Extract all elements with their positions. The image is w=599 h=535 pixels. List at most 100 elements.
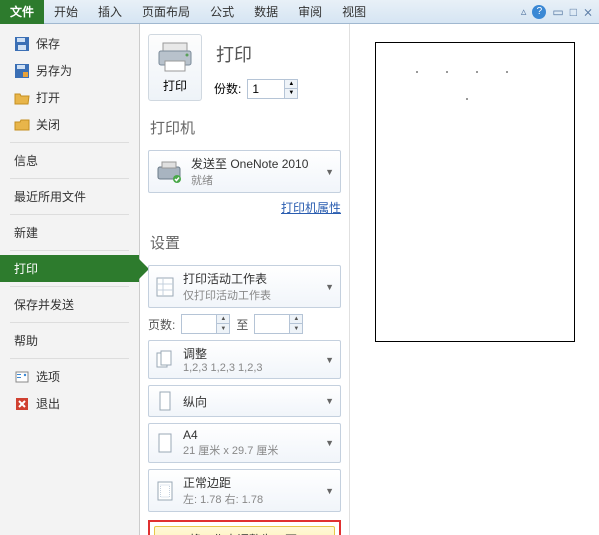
sidebar-label: 打印 <box>14 260 38 277</box>
printer-status: 就绪 <box>191 172 313 188</box>
tab-review[interactable]: 审阅 <box>288 0 332 24</box>
printer-icon <box>157 41 193 73</box>
sidebar-item-open[interactable]: 打开 <box>0 84 139 111</box>
margin-sub: 左: 1.78 右: 1.78 <box>183 491 313 507</box>
sidebar-item-exit[interactable]: 退出 <box>0 390 139 417</box>
collate-icon <box>155 349 175 371</box>
sidebar-item-recent[interactable]: 最近所用文件 <box>0 183 139 210</box>
scope-sub: 仅打印活动工作表 <box>183 287 313 303</box>
sidebar-label: 打开 <box>36 89 60 106</box>
tab-formulas[interactable]: 公式 <box>200 0 244 24</box>
sidebar-item-savesend[interactable]: 保存并发送 <box>0 291 139 318</box>
copies-input[interactable] <box>248 80 284 98</box>
sidebar-label: 新建 <box>14 224 38 241</box>
window-minimize-icon[interactable]: ▭ <box>552 5 563 19</box>
print-button-label: 打印 <box>163 77 187 94</box>
window-close-icon[interactable]: ⨯ <box>583 5 593 19</box>
paper-icon <box>155 432 175 454</box>
margins-icon <box>155 480 175 502</box>
paper-sub: 21 厘米 x 29.7 厘米 <box>183 442 313 458</box>
saveas-icon <box>14 63 30 79</box>
backstage-sidebar: 保存 另存为 打开 关闭 信息 最近所用文件 新建 打印 保存并发送 帮助 选项 <box>0 24 140 535</box>
printer-device-icon <box>155 159 183 185</box>
paper-size-dropdown[interactable]: A4 21 厘米 x 29.7 厘米 ▼ <box>148 423 341 463</box>
chevron-down-icon: ▼ <box>321 355 334 365</box>
save-icon <box>14 36 30 52</box>
print-settings-pane: 打印 打印 份数: ▲▼ 打印机 发送至 OneNote 2010 <box>140 24 350 535</box>
options-icon <box>14 369 30 385</box>
collate-sub: 1,2,3 1,2,3 1,2,3 <box>183 362 313 374</box>
page-range-row: 页数: ▲▼ 至 ▲▼ <box>148 314 341 334</box>
scale-title: 将工作表调整为一页 <box>189 531 307 535</box>
ribbon-expand-icon[interactable]: ▵ <box>521 5 527 18</box>
printer-name: 发送至 OneNote 2010 <box>191 155 313 172</box>
page-to-spinner[interactable]: ▲▼ <box>254 314 303 334</box>
chevron-down-icon: ▼ <box>321 438 334 448</box>
window-restore-icon[interactable]: □ <box>570 5 577 19</box>
orientation-dropdown[interactable]: 纵向 ▼ <box>148 385 341 417</box>
sidebar-item-saveas[interactable]: 另存为 <box>0 57 139 84</box>
sidebar-item-new[interactable]: 新建 <box>0 219 139 246</box>
print-button[interactable]: 打印 <box>148 34 202 101</box>
sidebar-label: 保存 <box>36 35 60 52</box>
worksheet-icon <box>155 276 175 298</box>
sidebar-item-options[interactable]: 选项 <box>0 363 139 390</box>
print-scope-dropdown[interactable]: 打印活动工作表 仅打印活动工作表 ▼ <box>148 265 341 308</box>
copies-spinner[interactable]: ▲▼ <box>247 79 298 99</box>
orient-title: 纵向 <box>183 393 313 410</box>
ribbon-tabs: 文件 开始 插入 页面布局 公式 数据 审阅 视图 ▵ ? ▭ □ ⨯ <box>0 0 599 24</box>
sidebar-label: 信息 <box>14 152 38 169</box>
print-title: 打印 <box>214 37 298 73</box>
folder-open-icon <box>14 90 30 106</box>
sidebar-label: 退出 <box>36 395 60 412</box>
chevron-down-icon: ▼ <box>321 486 334 496</box>
ribbon-controls: ▵ ? ▭ □ ⨯ <box>521 5 593 19</box>
spin-up[interactable]: ▲ <box>285 80 297 89</box>
scope-title: 打印活动工作表 <box>183 270 313 287</box>
sidebar-label: 最近所用文件 <box>14 188 86 205</box>
sidebar-label: 帮助 <box>14 332 38 349</box>
preview-page <box>375 42 575 342</box>
printer-dropdown[interactable]: 发送至 OneNote 2010 就绪 ▼ <box>148 150 341 193</box>
tab-home[interactable]: 开始 <box>44 0 88 24</box>
chevron-down-icon: ▼ <box>321 282 334 292</box>
help-icon[interactable]: ? <box>532 5 546 19</box>
margins-dropdown[interactable]: 正常边距 左: 1.78 右: 1.78 ▼ <box>148 469 341 512</box>
sidebar-item-close[interactable]: 关闭 <box>0 111 139 138</box>
printer-section-title: 打印机 <box>148 113 341 144</box>
tab-pagelayout[interactable]: 页面布局 <box>132 0 200 24</box>
sidebar-item-help[interactable]: 帮助 <box>0 327 139 354</box>
paper-title: A4 <box>183 428 313 442</box>
tab-insert[interactable]: 插入 <box>88 0 132 24</box>
print-preview-area <box>350 24 599 535</box>
pages-to-label: 至 <box>236 316 248 333</box>
scaling-dropdown[interactable]: 将工作表调整为一页 缩减打印输出以显示在一个... ▼ <box>154 526 335 535</box>
sidebar-label: 另存为 <box>36 62 72 79</box>
pages-label: 页数: <box>148 316 175 333</box>
margin-title: 正常边距 <box>183 474 313 491</box>
page-to-input[interactable] <box>255 315 289 333</box>
portrait-icon <box>155 390 175 412</box>
sidebar-label: 关闭 <box>36 116 60 133</box>
folder-close-icon <box>14 117 30 133</box>
chevron-down-icon: ▼ <box>321 396 334 406</box>
sidebar-item-print[interactable]: 打印 <box>0 255 139 282</box>
collate-dropdown[interactable]: 调整 1,2,3 1,2,3 1,2,3 ▼ <box>148 340 341 379</box>
sidebar-label: 保存并发送 <box>14 296 74 313</box>
copies-label: 份数: <box>214 80 241 97</box>
page-from-spinner[interactable]: ▲▼ <box>181 314 230 334</box>
sidebar-label: 选项 <box>36 368 60 385</box>
printer-properties-link[interactable]: 打印机属性 <box>281 201 341 215</box>
exit-icon <box>14 396 30 412</box>
page-from-input[interactable] <box>182 315 216 333</box>
tab-file[interactable]: 文件 <box>0 0 44 24</box>
tab-data[interactable]: 数据 <box>244 0 288 24</box>
sidebar-item-save[interactable]: 保存 <box>0 30 139 57</box>
scaling-highlight: 将工作表调整为一页 缩减打印输出以显示在一个... ▼ <box>148 520 341 535</box>
sidebar-item-info[interactable]: 信息 <box>0 147 139 174</box>
tab-view[interactable]: 视图 <box>332 0 376 24</box>
chevron-down-icon: ▼ <box>321 167 334 177</box>
settings-section-title: 设置 <box>148 228 341 259</box>
collate-title: 调整 <box>183 345 313 362</box>
spin-down[interactable]: ▼ <box>285 89 297 98</box>
